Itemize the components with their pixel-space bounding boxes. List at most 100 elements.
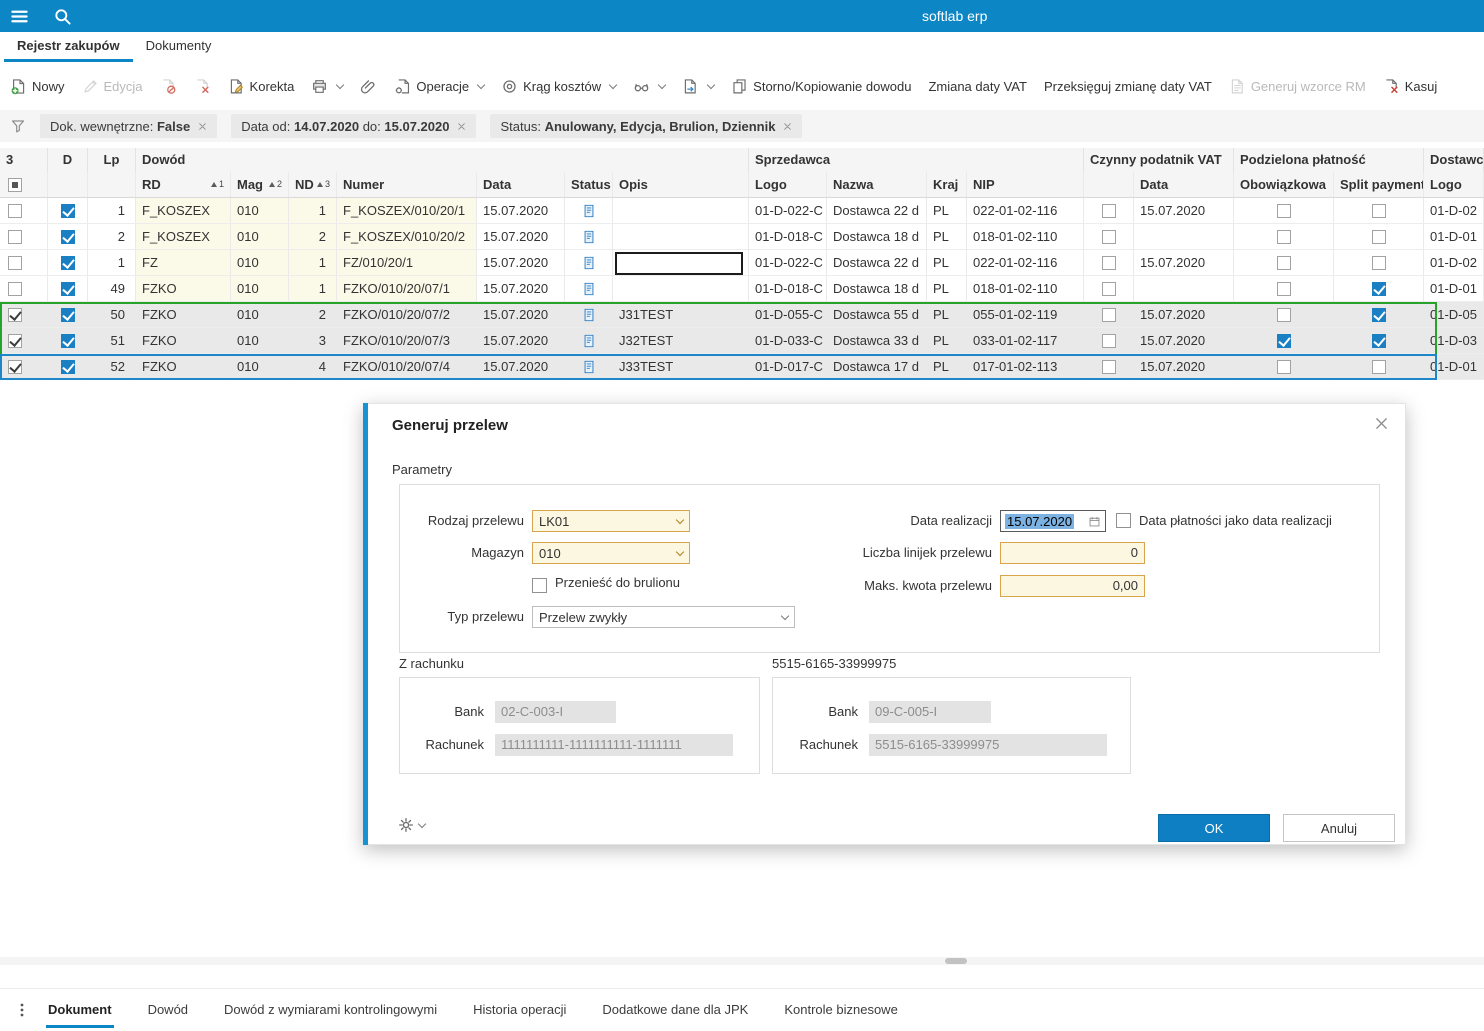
move-to-draft-checkbox[interactable] bbox=[532, 578, 547, 593]
group-header-dowod[interactable]: Dowód bbox=[136, 148, 749, 172]
row-d-checkbox[interactable] bbox=[60, 333, 75, 348]
column-header-split-payment[interactable]: Split payment bbox=[1334, 172, 1424, 197]
vat-checkbox[interactable] bbox=[1101, 229, 1116, 244]
edit-button[interactable]: Edycja bbox=[80, 76, 145, 97]
filter-chip-internal-docs[interactable]: Dok. wewnętrzne: False bbox=[40, 114, 218, 138]
column-header-mag[interactable]: Mag 2 bbox=[231, 172, 289, 197]
column-header-kraj[interactable]: Kraj bbox=[927, 172, 967, 197]
split-payment-checkbox[interactable] bbox=[1371, 333, 1386, 348]
document-preview-icon[interactable] bbox=[582, 281, 596, 297]
new-document-button[interactable]: Nowy bbox=[8, 76, 67, 97]
bottom-tab-dokument[interactable]: Dokument bbox=[46, 989, 114, 1031]
cancel-button[interactable]: Anuluj bbox=[1283, 814, 1395, 842]
bottom-tab-dowod[interactable]: Dowód bbox=[146, 989, 190, 1031]
table-row[interactable]: 1 FZ 010 1 FZ/010/20/1 15.07.2020 01-D-0… bbox=[0, 250, 1484, 276]
table-row[interactable]: 50 FZKO 010 2 FZKO/010/20/07/2 15.07.202… bbox=[0, 302, 1484, 328]
document-preview-icon[interactable] bbox=[582, 333, 596, 349]
export-menu-button[interactable] bbox=[680, 76, 716, 97]
more-options-button[interactable] bbox=[14, 1002, 30, 1018]
group-header-czynny-podatnik-vat[interactable]: Czynny podatnik VAT bbox=[1084, 148, 1234, 172]
vat-checkbox[interactable] bbox=[1101, 203, 1116, 218]
bottom-tab-dowod-z-wymiarami[interactable]: Dowód z wymiarami kontrolingowymi bbox=[222, 989, 439, 1031]
hamburger-menu-button[interactable] bbox=[10, 7, 29, 26]
group-header-sprzedawca[interactable]: Sprzedawca bbox=[749, 148, 1084, 172]
bottom-tab-kontrole-biznesowe[interactable]: Kontrole biznesowe bbox=[782, 989, 899, 1031]
column-header-data[interactable]: Data bbox=[477, 172, 565, 197]
document-preview-icon[interactable] bbox=[582, 229, 596, 245]
document-preview-icon[interactable] bbox=[582, 307, 596, 323]
bottom-tab-dodatkowe-dane-jpk[interactable]: Dodatkowe dane dla JPK bbox=[600, 989, 750, 1031]
table-row[interactable]: 2 F_KOSZEX 010 2 F_KOSZEX/010/20/2 15.07… bbox=[0, 224, 1484, 250]
row-select-checkbox[interactable] bbox=[8, 229, 22, 244]
correction-button[interactable]: Korekta bbox=[226, 76, 297, 97]
table-row[interactable]: 1 F_KOSZEX 010 1 F_KOSZEX/010/20/1 15.07… bbox=[0, 198, 1484, 224]
row-select-checkbox[interactable] bbox=[8, 281, 22, 296]
close-icon[interactable] bbox=[783, 122, 792, 131]
column-header-dostawca-logo[interactable]: Logo bbox=[1424, 172, 1484, 197]
filter-chip-status[interactable]: Status: Anulowany, Edycja, Brulion, Dzie… bbox=[490, 114, 803, 138]
vat-checkbox[interactable] bbox=[1101, 307, 1116, 322]
transfer-kind-select[interactable]: Przelew zwykły bbox=[532, 606, 795, 628]
horizontal-scrollbar[interactable] bbox=[0, 957, 1484, 965]
row-d-checkbox[interactable] bbox=[60, 229, 75, 244]
transfer-type-select[interactable]: LK01 bbox=[532, 510, 690, 532]
preview-menu-button[interactable] bbox=[631, 76, 667, 97]
obowiazkowa-checkbox[interactable] bbox=[1276, 281, 1291, 296]
table-row[interactable]: 49 FZKO 010 1 FZKO/010/20/07/1 15.07.202… bbox=[0, 276, 1484, 302]
tab-dokumenty[interactable]: Dokumenty bbox=[133, 32, 225, 62]
delete-document-button[interactable] bbox=[192, 76, 213, 97]
obowiazkowa-checkbox[interactable] bbox=[1276, 255, 1291, 270]
generate-rm-templates-button[interactable]: Generuj wzorce RM bbox=[1227, 76, 1368, 97]
realization-date-input[interactable]: 15.07.2020 bbox=[1000, 510, 1106, 532]
split-payment-checkbox[interactable] bbox=[1371, 307, 1386, 322]
row-select-checkbox[interactable] bbox=[8, 255, 22, 270]
document-preview-icon[interactable] bbox=[582, 359, 596, 375]
cancel-document-button[interactable] bbox=[158, 76, 179, 97]
delete-button[interactable]: Kasuj bbox=[1381, 76, 1440, 97]
split-payment-checkbox[interactable] bbox=[1371, 255, 1386, 270]
operations-menu-button[interactable]: Operacje bbox=[392, 76, 486, 97]
document-preview-icon[interactable] bbox=[582, 203, 596, 219]
change-vat-date-button[interactable]: Zmiana daty VAT bbox=[926, 77, 1029, 96]
column-header-status[interactable]: Status bbox=[565, 172, 613, 197]
row-select-checkbox[interactable] bbox=[8, 203, 22, 218]
max-transfer-amount-input[interactable]: 0,00 bbox=[1000, 575, 1145, 597]
cost-circle-menu-button[interactable]: Krąg kosztów bbox=[499, 76, 618, 97]
select-all-checkbox[interactable] bbox=[8, 177, 22, 192]
close-icon[interactable] bbox=[457, 122, 466, 131]
vat-checkbox[interactable] bbox=[1101, 281, 1116, 296]
column-header-opis[interactable]: Opis bbox=[613, 172, 749, 197]
obowiazkowa-checkbox[interactable] bbox=[1276, 203, 1291, 218]
row-d-checkbox[interactable] bbox=[60, 281, 75, 296]
document-preview-icon[interactable] bbox=[582, 255, 596, 271]
vat-checkbox[interactable] bbox=[1101, 333, 1116, 348]
tab-rejestr-zakupow[interactable]: Rejestr zakupów bbox=[4, 32, 133, 62]
group-header-dostawca[interactable]: Dostawca bbox=[1424, 148, 1484, 172]
attachments-button[interactable] bbox=[358, 76, 379, 97]
group-header-podzielona-platnosc[interactable]: Podzielona płatność bbox=[1234, 148, 1424, 172]
row-d-checkbox[interactable] bbox=[60, 255, 75, 270]
column-header-nip[interactable]: NIP bbox=[967, 172, 1084, 197]
obowiazkowa-checkbox[interactable] bbox=[1276, 307, 1291, 322]
column-header-numer[interactable]: Numer bbox=[337, 172, 477, 197]
calendar-icon[interactable] bbox=[1088, 515, 1101, 528]
storno-copy-button[interactable]: Storno/Kopiowanie dowodu bbox=[729, 76, 913, 97]
row-select-checkbox[interactable] bbox=[8, 359, 22, 374]
column-header-nd[interactable]: ND 3 bbox=[289, 172, 337, 197]
warehouse-select[interactable]: 010 bbox=[532, 542, 690, 564]
transfer-lines-count-input[interactable]: 0 bbox=[1000, 542, 1145, 564]
vat-checkbox[interactable] bbox=[1101, 359, 1116, 374]
transfer-options-button[interactable] bbox=[397, 816, 427, 834]
opis-edit-cell[interactable] bbox=[615, 251, 743, 275]
filter-funnel-icon[interactable] bbox=[10, 118, 26, 134]
row-select-checkbox[interactable] bbox=[8, 307, 22, 322]
column-header-rd[interactable]: RD 1 bbox=[136, 172, 231, 197]
filter-chip-date-range[interactable]: Data od: 14.07.2020 do: 15.07.2020 bbox=[231, 114, 477, 138]
group-header-lp[interactable]: Lp bbox=[88, 148, 136, 172]
column-header-logo[interactable]: Logo bbox=[749, 172, 827, 197]
row-d-checkbox[interactable] bbox=[60, 203, 75, 218]
row-d-checkbox[interactable] bbox=[60, 307, 75, 322]
table-row[interactable]: 51 FZKO 010 3 FZKO/010/20/07/3 15.07.202… bbox=[0, 328, 1484, 354]
obowiazkowa-checkbox[interactable] bbox=[1276, 359, 1291, 374]
split-payment-checkbox[interactable] bbox=[1371, 281, 1386, 296]
